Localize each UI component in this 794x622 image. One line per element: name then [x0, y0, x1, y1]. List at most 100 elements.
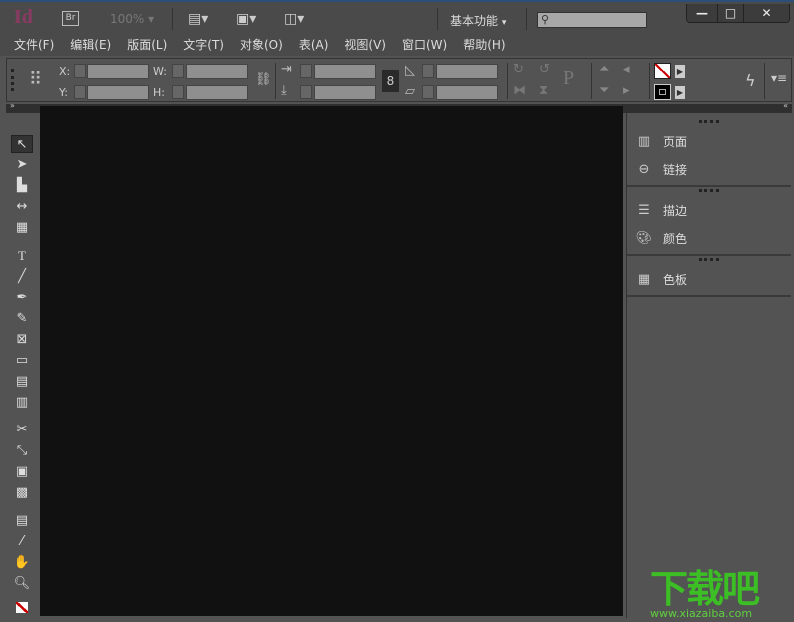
arrange-documents-icon[interactable]: ◫▾ — [284, 11, 304, 27]
scale-x-dropdown[interactable] — [314, 64, 376, 79]
minimize-button[interactable]: — — [687, 4, 717, 22]
w-stepper[interactable] — [172, 64, 184, 78]
h-field[interactable] — [186, 85, 248, 100]
search-input[interactable]: ⚲ — [537, 12, 647, 28]
flip-horizontal-icon[interactable]: ⧓ — [513, 83, 526, 98]
menu-edit[interactable]: 编辑(E) — [70, 34, 111, 56]
line-tool-icon[interactable]: ╱ — [11, 268, 33, 286]
y-stepper[interactable] — [74, 85, 86, 99]
collapse-panels-icon[interactable]: « — [783, 101, 788, 110]
scale-y-stepper[interactable] — [300, 85, 312, 99]
title-bar: Id Br 100% ▾ ▤▾ ▣▾ ◫▾ 基本功能 ▾ ⚲ — □ ✕ — [0, 0, 794, 34]
fill-stroke-icon[interactable] — [11, 599, 33, 617]
zoom-tool-icon[interactable]: 🔍︎ — [11, 575, 33, 593]
shear-dropdown[interactable] — [436, 85, 498, 100]
menu-window[interactable]: 窗口(W) — [402, 34, 447, 56]
menu-object[interactable]: 对象(O) — [240, 34, 283, 56]
panel-swatches[interactable]: ▦ 色板 — [635, 271, 687, 288]
panel-grip[interactable] — [11, 69, 14, 91]
fill-swatch[interactable] — [654, 63, 671, 79]
stroke-swatch[interactable] — [654, 84, 671, 100]
shear-stepper[interactable] — [422, 85, 434, 99]
window-controls: — □ ✕ — [686, 4, 790, 23]
constrain-proportions-icon[interactable]: ⛓ — [255, 72, 272, 87]
menu-help[interactable]: 帮助(H) — [463, 34, 505, 56]
rectangle-frame-tool-icon[interactable]: ⊠ — [11, 331, 33, 349]
expand-tools-icon[interactable]: » — [10, 101, 15, 110]
select-previous-icon[interactable]: ◂ — [623, 62, 630, 77]
y-field[interactable] — [87, 85, 149, 100]
h-stepper[interactable] — [172, 85, 184, 99]
menu-type[interactable]: 文字(T) — [183, 34, 224, 56]
panel-links[interactable]: ⊖ 链接 — [635, 161, 687, 178]
rotate-cw-icon[interactable]: ↻ — [513, 62, 524, 77]
stroke-dropdown-icon[interactable]: ▶ — [675, 86, 685, 99]
reference-point-icon[interactable]: ⠿ — [29, 69, 42, 90]
panel-label: 链接 — [663, 163, 688, 177]
zoom-level-dropdown[interactable]: 100% ▾ — [110, 12, 154, 26]
content-collector-icon[interactable]: ▦ — [11, 219, 33, 237]
rotate-angle-icon: ◺ — [405, 63, 415, 78]
flip-vertical-icon[interactable]: ⧗ — [539, 83, 548, 98]
constrain-scale-icon[interactable]: 8 — [382, 70, 399, 92]
y-label: Y: — [59, 86, 68, 99]
panel-grip[interactable] — [699, 120, 719, 123]
x-stepper[interactable] — [74, 64, 86, 78]
w-field[interactable] — [186, 64, 248, 79]
pen-tool-icon[interactable]: ✒ — [11, 289, 33, 307]
rotate-dropdown[interactable] — [436, 64, 498, 79]
menu-view[interactable]: 视图(V) — [344, 34, 386, 56]
vertical-grid-icon[interactable]: ▥ — [11, 394, 33, 412]
eyedropper-tool-icon[interactable]: ⁄ — [11, 533, 33, 551]
select-content-icon[interactable]: ⏷ — [599, 83, 609, 98]
gap-tool-icon[interactable]: ↔ — [11, 198, 33, 216]
scale-y-dropdown[interactable] — [314, 85, 376, 100]
close-button[interactable]: ✕ — [743, 4, 789, 22]
control-panel: ⠿ X: Y: W: H: ⛓ ⇥ ⤓ 8 ◺ ▱ ↻ ↺ ⧓ ⧗ P ⏶ ⏷ … — [6, 58, 792, 102]
selection-tool-icon[interactable]: ↖ — [11, 135, 33, 153]
screen-mode-icon[interactable]: ▣▾ — [236, 11, 256, 27]
scale-x-stepper[interactable] — [300, 64, 312, 78]
panel-stroke[interactable]: ☰ 描边 — [635, 202, 687, 219]
panel-pages[interactable]: ▥ 页面 — [635, 133, 687, 150]
links-icon: ⊖ — [638, 162, 650, 177]
view-options-icon[interactable]: ▤▾ — [188, 11, 208, 27]
hand-tool-icon[interactable]: ✋ — [11, 554, 33, 572]
note-tool-icon[interactable]: ▤ — [11, 512, 33, 530]
panel-grip[interactable] — [699, 258, 719, 261]
bridge-button[interactable]: Br — [62, 11, 79, 26]
free-transform-tool-icon[interactable]: ⤡ — [11, 442, 33, 460]
select-next-icon[interactable]: ▸ — [623, 83, 630, 98]
panel-grip[interactable] — [699, 189, 719, 192]
direct-selection-tool-icon[interactable]: ➤ — [11, 156, 33, 174]
divider — [172, 8, 173, 30]
panel-menu-icon[interactable]: ▾≡ — [771, 71, 787, 85]
select-container-icon[interactable]: ⏶ — [599, 62, 609, 77]
panel-color[interactable]: 🎨︎ 颜色 — [635, 230, 687, 247]
type-tool-icon[interactable]: T — [11, 247, 33, 265]
panel-label: 页面 — [663, 135, 688, 149]
color-icon: 🎨︎ — [635, 231, 653, 246]
rotate-stepper[interactable] — [422, 64, 434, 78]
menu-file[interactable]: 文件(F) — [14, 34, 54, 56]
pages-icon: ▥ — [637, 134, 651, 149]
workspace-label: 基本功能 — [450, 14, 499, 28]
horizontal-grid-icon[interactable]: ▤ — [11, 373, 33, 391]
workspace-switcher[interactable]: 基本功能 ▾ — [450, 12, 506, 29]
maximize-button[interactable]: □ — [717, 4, 743, 22]
rotate-ccw-icon[interactable]: ↺ — [539, 62, 550, 77]
x-field[interactable] — [87, 64, 149, 79]
fill-dropdown-icon[interactable]: ▶ — [675, 65, 685, 78]
divider — [437, 8, 438, 30]
page-tool-icon[interactable]: ▙ — [11, 177, 33, 195]
document-canvas[interactable] — [40, 106, 623, 616]
pencil-tool-icon[interactable]: ✎ — [11, 310, 33, 328]
menu-table[interactable]: 表(A) — [299, 34, 329, 56]
gradient-feather-tool-icon[interactable]: ▩ — [11, 484, 33, 502]
watermark: 下载吧 www.xiazaiba.com — [650, 558, 760, 620]
scissors-tool-icon[interactable]: ✂ — [11, 421, 33, 439]
gradient-swatch-tool-icon[interactable]: ▣ — [11, 463, 33, 481]
rectangle-tool-icon[interactable]: ▭ — [11, 352, 33, 370]
quick-apply-icon[interactable]: ϟ — [745, 71, 756, 90]
menu-layout[interactable]: 版面(L) — [127, 34, 167, 56]
